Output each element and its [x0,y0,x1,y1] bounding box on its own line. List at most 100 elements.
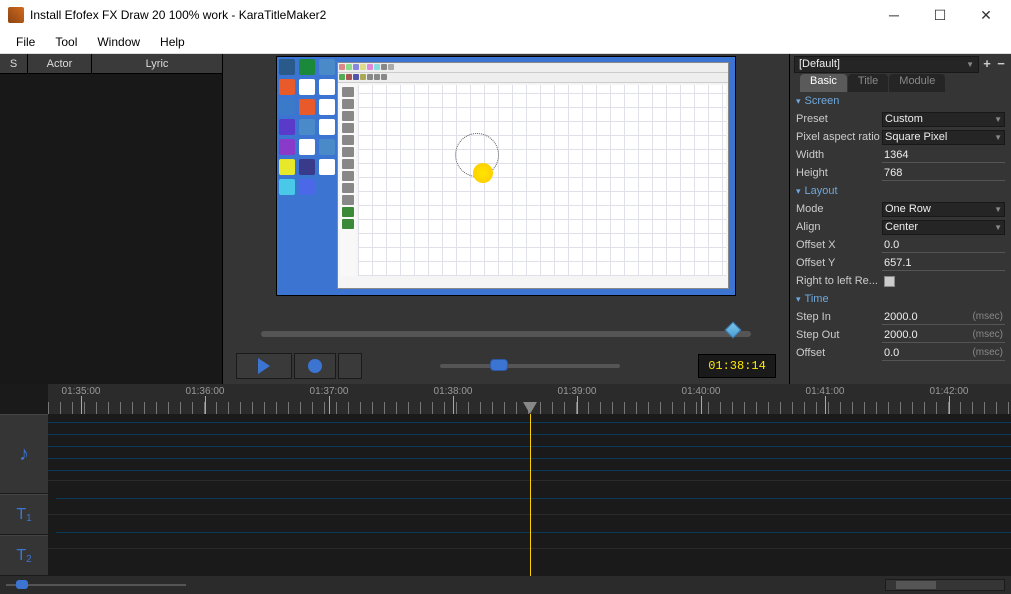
embedded-toolbar-2 [338,73,728,83]
cursor-highlight-icon [473,163,493,183]
lyric-list-panel: S Actor Lyric [0,54,223,384]
field-preset[interactable]: Custom▼ [882,112,1005,127]
tab-title[interactable]: Title [848,74,888,92]
maximize-button[interactable]: ☐ [917,0,963,30]
preset-bar: [Default] ▼ + − [790,54,1011,74]
tab-module[interactable]: Module [889,74,945,92]
speed-slider[interactable] [364,364,696,368]
tab-basic[interactable]: Basic [800,74,847,92]
timecode-display: 01:38:14 [698,354,776,378]
chevron-down-icon: ▼ [966,60,974,69]
section-screen[interactable]: Screen [790,92,1011,110]
desktop-icon [299,179,315,195]
label-align: Align [796,221,882,233]
minimize-button[interactable]: ─ [871,0,917,30]
desktop-icon [279,179,295,195]
zoom-slider[interactable] [6,583,186,587]
label-rtl: Right to left Re... [796,275,882,287]
menu-bar: File Tool Window Help [0,30,1011,54]
menu-tool[interactable]: Tool [45,33,87,51]
desktop-icon [299,139,315,155]
track-label-t2[interactable]: T2 [0,535,48,576]
timeline: 01:35:00 01:36:00 01:37:00 01:38:00 01:3… [0,384,1011,594]
property-tabs: Basic Title Module [790,74,1011,92]
preset-dropdown[interactable]: [Default] ▼ [794,56,979,73]
column-lyric[interactable]: Lyric [92,54,222,73]
field-offset[interactable]: 0.0(msec) [882,346,1005,361]
desktop-icon [319,139,335,155]
field-offsety[interactable]: 657.1 [882,256,1005,271]
field-stepin[interactable]: 2000.0(msec) [882,310,1005,325]
label-height: Height [796,167,882,179]
chevron-down-icon: ▼ [994,223,1002,232]
chevron-down-icon: ▼ [994,205,1002,214]
desktop-icon [299,159,315,175]
preset-value: [Default] [799,58,840,70]
menu-help[interactable]: Help [150,33,195,51]
embedded-app-window [337,62,729,289]
label-stepout: Step Out [796,329,882,341]
preview-panel: 01:38:14 [223,54,789,384]
desktop-icon [279,159,295,175]
section-time[interactable]: Time [790,290,1011,308]
column-actor[interactable]: Actor [28,54,92,73]
close-button[interactable]: ✕ [963,0,1009,30]
field-offsetx[interactable]: 0.0 [882,238,1005,253]
app-icon [8,7,24,23]
label-width: Width [796,149,882,161]
desktop-icon [319,99,335,115]
label-preset: Preset [796,113,882,125]
scrollbar-thumb[interactable] [896,581,936,589]
field-par[interactable]: Square Pixel▼ [882,130,1005,145]
desktop-icons [279,59,339,195]
zoom-thumb[interactable] [16,580,28,589]
embedded-sidebar [340,85,356,276]
field-height[interactable]: 768 [882,166,1005,181]
menu-file[interactable]: File [6,33,45,51]
slider-thumb[interactable] [490,359,508,371]
column-s[interactable]: S [0,54,28,73]
window-title: Install Efofex FX Draw 20 100% work - Ka… [30,8,871,22]
desktop-icon [299,99,315,115]
field-align[interactable]: Center▼ [882,220,1005,235]
main-area: S Actor Lyric [0,54,1011,384]
track-label-music[interactable]: ♪ [0,414,48,494]
desktop-icon [279,119,295,135]
label-stepin: Step In [796,311,882,323]
field-rtl[interactable] [882,274,1005,289]
property-list: Screen PresetCustom▼ Pixel aspect ratioS… [790,92,1011,384]
properties-panel: [Default] ▼ + − Basic Title Module Screen… [789,54,1011,384]
field-stepout[interactable]: 2000.0(msec) [882,328,1005,343]
remove-preset-button[interactable]: − [995,57,1007,71]
label-offsety: Offset Y [796,257,882,269]
track-label-t1[interactable]: T1 [0,494,48,535]
field-width[interactable]: 1364 [882,148,1005,163]
stop-button[interactable] [338,353,362,379]
ruler-mark: 01:39:00 [558,386,597,397]
embedded-canvas [358,85,726,276]
section-layout[interactable]: Layout [790,182,1011,200]
preview-scrubber[interactable] [261,331,751,337]
ruler-mark: 01:40:00 [682,386,721,397]
label-offsetx: Offset X [796,239,882,251]
checkbox-rtl[interactable] [884,276,895,287]
field-mode[interactable]: One Row▼ [882,202,1005,217]
ruler-mark: 01:38:00 [434,386,473,397]
embedded-toolbar [338,63,728,73]
menu-window[interactable]: Window [87,33,150,51]
play-button[interactable] [236,353,292,379]
add-preset-button[interactable]: + [981,57,993,71]
playhead-line [530,414,531,576]
video-preview[interactable] [276,56,736,296]
desktop-icon [279,99,295,115]
record-button[interactable] [294,353,336,379]
lyric-list-header: S Actor Lyric [0,54,222,74]
desktop-icon [299,59,315,75]
label-par: Pixel aspect ratio [796,131,882,143]
ruler-mark: 01:37:00 [310,386,349,397]
desktop-icon [279,139,295,155]
desktop-icon [279,79,295,95]
timeline-ruler[interactable]: 01:35:00 01:36:00 01:37:00 01:38:00 01:3… [48,384,1011,414]
ruler-mark: 01:36:00 [186,386,225,397]
horizontal-scrollbar[interactable] [885,579,1005,591]
